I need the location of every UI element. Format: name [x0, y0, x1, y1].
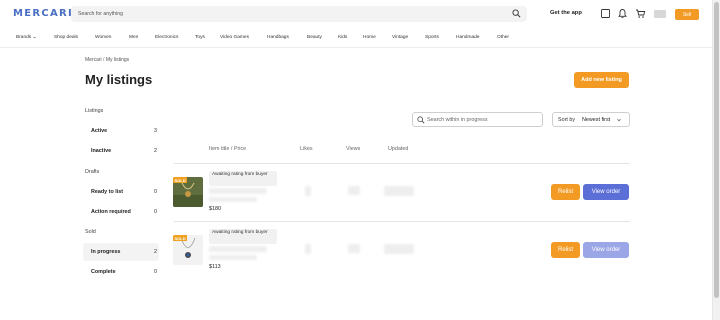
get-the-app-link[interactable]: Get the app: [550, 10, 582, 16]
sidebar-item-active[interactable]: Active 3: [83, 122, 159, 140]
cart-icon[interactable]: [635, 8, 646, 19]
category-toys[interactable]: Toys: [195, 35, 205, 40]
listings-heading: Listings: [85, 108, 104, 114]
blurred-title: [209, 255, 257, 260]
sort-label: Sort by: [558, 117, 576, 123]
listing-search-placeholder: Search within in progress: [427, 116, 488, 123]
sidebar-item-count: 2: [154, 148, 157, 154]
notes-icon[interactable]: [600, 8, 611, 19]
view-order-button[interactable]: View order: [583, 184, 629, 200]
search-input[interactable]: Search for anything: [78, 11, 123, 17]
sidebar-item-label: Action required: [91, 209, 131, 215]
item-thumbnail[interactable]: SOLD: [173, 235, 203, 265]
blurred-views: [348, 244, 360, 253]
blurred-updated: [384, 244, 414, 254]
category-men[interactable]: Men: [129, 35, 138, 40]
status-badge: Awaiting rating from buyer: [209, 229, 277, 244]
sold-badge: SOLD: [173, 177, 188, 183]
blurred-title: [209, 188, 267, 194]
sidebar-item-count: 0: [154, 189, 157, 195]
mercari-logo[interactable]: MERCARI: [13, 8, 73, 19]
category-handmade[interactable]: Handmade: [456, 35, 479, 40]
item-thumbnail[interactable]: SOLD: [173, 177, 203, 207]
divider: [174, 163, 630, 164]
breadcrumb-current: My listings: [105, 57, 130, 63]
category-vintage[interactable]: Vintage: [392, 35, 408, 40]
blurred-views: [348, 186, 360, 195]
blurred-likes: [305, 244, 311, 254]
search-icon: [417, 116, 425, 124]
listing-search-input[interactable]: Search within in progress: [412, 112, 543, 127]
sidebar-item-count: 0: [154, 209, 157, 215]
sell-button[interactable]: Sell: [675, 9, 699, 20]
blurred-title: [209, 197, 257, 202]
avatar[interactable]: [654, 10, 666, 18]
add-new-listing-button[interactable]: Add new listing: [574, 72, 629, 88]
category-beauty[interactable]: Beauty: [307, 35, 322, 40]
category-women[interactable]: Women: [95, 35, 111, 40]
sidebar-item-label: Complete: [91, 269, 116, 275]
item-price: $113: [209, 264, 221, 270]
category-shop-deals[interactable]: Shop deals: [54, 35, 78, 40]
category-electronics[interactable]: Electronics: [155, 35, 178, 40]
breadcrumb: Mercari / My listings: [85, 57, 129, 63]
drafts-heading: Drafts: [85, 169, 100, 175]
category-brands[interactable]: Brands ⌄: [16, 35, 37, 40]
page-title: My listings: [85, 72, 153, 87]
relist-button[interactable]: Relist: [551, 184, 580, 200]
sidebar-item-ready-to-list[interactable]: Ready to list 0: [83, 183, 159, 201]
divider: [174, 221, 630, 222]
search-bar[interactable]: Search for anything: [71, 6, 527, 22]
blurred-updated: [384, 186, 414, 196]
status-badge: Awaiting rating from buyer: [209, 171, 277, 186]
category-handbags[interactable]: Handbags: [267, 35, 289, 40]
category-other[interactable]: Other: [497, 35, 509, 40]
column-header-updated: Updated: [388, 146, 409, 152]
sold-heading: Sold: [85, 229, 96, 235]
column-header-title: Item title / Price: [209, 146, 247, 152]
view-order-button[interactable]: View order: [583, 242, 629, 258]
sidebar-item-label: Ready to list: [91, 189, 124, 195]
sidebar-item-label: Active: [91, 128, 108, 134]
sidebar-item-complete[interactable]: Complete 0: [83, 263, 159, 281]
bell-icon[interactable]: [617, 8, 628, 19]
column-header-views: Views: [346, 146, 361, 152]
sidebar-item-count: 3: [154, 128, 157, 134]
blurred-likes: [305, 186, 311, 196]
relist-button[interactable]: Relist: [551, 242, 580, 258]
chevron-down-icon: [617, 118, 621, 122]
sidebar-item-label: In progress: [91, 249, 121, 255]
search-icon[interactable]: [512, 9, 521, 18]
sidebar-item-label: Inactive: [91, 148, 112, 154]
sold-badge: SOLD: [173, 235, 188, 241]
category-sports[interactable]: Sports: [425, 35, 439, 40]
category-bar: Brands ⌄ Shop deals Women Men Electronic…: [0, 30, 712, 48]
category-video-games[interactable]: Video Games: [220, 35, 249, 40]
category-kids[interactable]: Kids: [338, 35, 347, 40]
sort-value: Newest first: [582, 117, 611, 123]
breadcrumb-root[interactable]: Mercari: [85, 57, 102, 63]
sort-dropdown[interactable]: Sort by Newest first: [552, 112, 630, 127]
sidebar-item-in-progress[interactable]: In progress 2: [83, 243, 159, 261]
sidebar-item-count: 0: [154, 269, 157, 275]
blurred-title: [209, 246, 267, 252]
sidebar-item-action-required[interactable]: Action required 0: [83, 203, 159, 221]
top-header: MERCARI Search for anything Get the app …: [0, 0, 712, 30]
category-home[interactable]: Home: [363, 35, 376, 40]
item-price: $180: [209, 206, 221, 212]
scrollbar-thumb[interactable]: [714, 2, 719, 298]
column-header-likes: Likes: [300, 146, 313, 152]
sidebar-item-count: 2: [154, 249, 157, 255]
sidebar-item-inactive[interactable]: Inactive 2: [83, 142, 159, 160]
